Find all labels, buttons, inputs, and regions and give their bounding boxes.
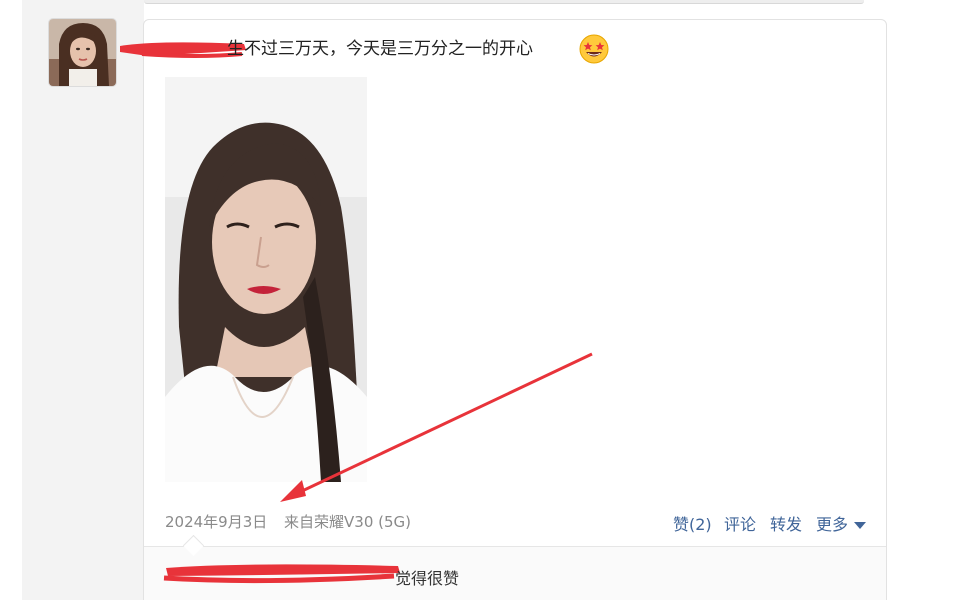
forward-button[interactable]: 转发 xyxy=(770,511,802,535)
timeline-column xyxy=(22,0,144,600)
post-photo-image xyxy=(165,77,367,482)
more-label: 更多 xyxy=(816,515,849,534)
more-button[interactable]: 更多 xyxy=(816,511,867,535)
post-text: 生不过三万天，今天是三万分之一的开心 xyxy=(227,39,533,59)
like-button[interactable]: 赞(2) xyxy=(673,511,712,535)
post-photo[interactable] xyxy=(165,77,367,482)
comment-text: 觉得很赞 xyxy=(395,569,460,588)
comment-redaction xyxy=(163,564,400,584)
avatar-image xyxy=(49,19,116,86)
post-date[interactable]: 2024年9月3日 xyxy=(165,513,267,531)
chevron-down-icon xyxy=(854,522,867,529)
comment-divider xyxy=(144,546,886,547)
post-source: 来自荣耀V30 (5G) xyxy=(284,513,412,531)
star-struck-emoji-icon xyxy=(579,34,609,64)
previous-card-edge xyxy=(144,0,864,4)
page: 生不过三万天，今天是三万分之一的开心 2024年9月3日 来自荣耀V30 (5G… xyxy=(0,0,968,600)
avatar[interactable] xyxy=(49,19,116,86)
comment-button[interactable]: 评论 xyxy=(724,511,756,535)
post-meta: 2024年9月3日 来自荣耀V30 (5G) xyxy=(165,511,423,532)
left-gutter xyxy=(0,0,22,600)
